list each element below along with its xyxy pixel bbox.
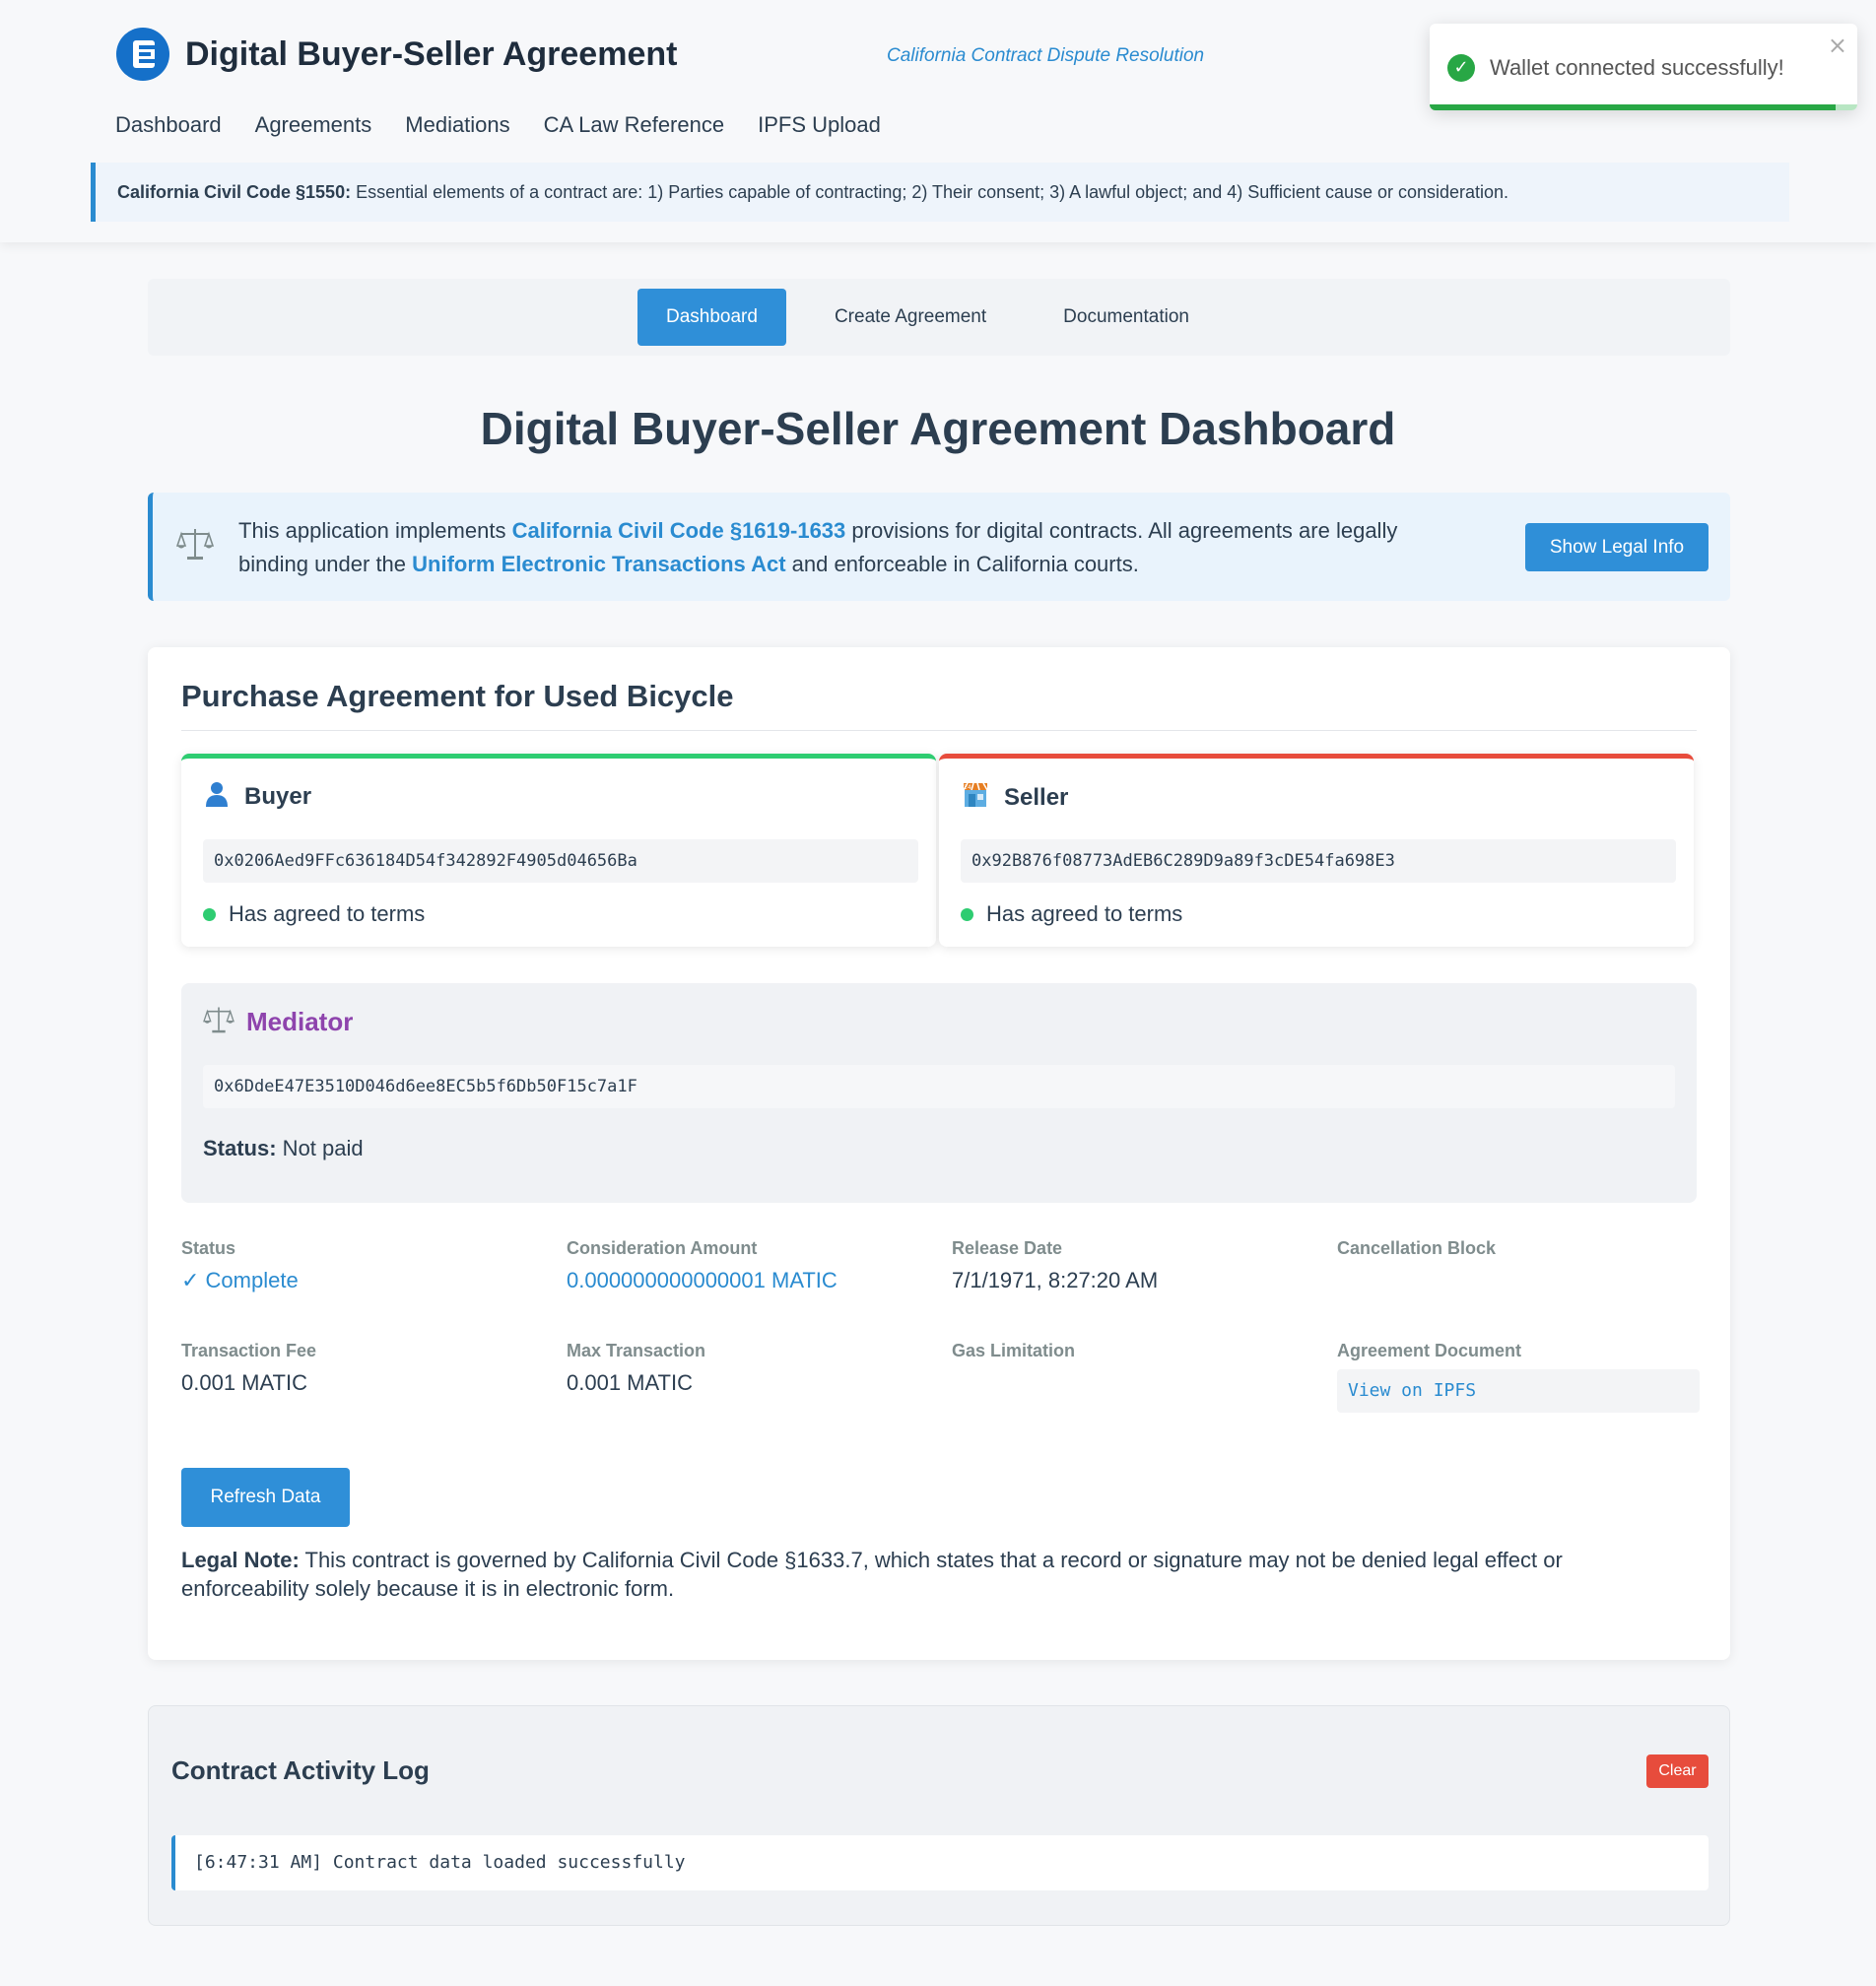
legal-note: Legal Note: This contract is governed by… — [181, 1546, 1580, 1603]
app-logo-icon — [116, 28, 169, 81]
refresh-data-button[interactable]: Refresh Data — [181, 1468, 350, 1527]
view-on-ipfs-link[interactable]: View on IPFS — [1337, 1369, 1700, 1413]
buyer-label: Buyer — [244, 782, 312, 810]
divider — [181, 730, 1697, 731]
toast-message: Wallet connected successfully! — [1490, 55, 1784, 80]
legal-info-text-1: This application implements — [238, 518, 512, 543]
civil-code-label: California Civil Code §1550: — [117, 182, 352, 202]
detail-fee-value: 0.001 MATIC — [181, 1370, 307, 1395]
nav-ca-law-reference[interactable]: CA Law Reference — [544, 112, 724, 138]
detail-release-date: Release Date 7/1/1971, 8:27:20 AM — [952, 1238, 1316, 1293]
legal-info-text: This application implements California C… — [238, 514, 1460, 581]
seller-label: Seller — [1004, 783, 1069, 811]
legal-info-box: This application implements California C… — [148, 493, 1730, 601]
civil-code-text: Essential elements of a contract are: 1)… — [351, 182, 1509, 202]
mediator-card: Mediator 0x6DdeE47E3510D046d6ee8EC5b5f6D… — [181, 983, 1697, 1203]
detail-transaction-fee: Transaction Fee 0.001 MATIC — [181, 1341, 546, 1396]
detail-status-value: ✓ Complete — [181, 1268, 299, 1292]
mediator-status: Status: Not paid — [203, 1136, 364, 1161]
buyer-card: Buyer 0x0206Aed9FFc636184D54f342892F4905… — [181, 754, 936, 947]
detail-max-transaction: Max Transaction 0.001 MATIC — [567, 1341, 931, 1396]
seller-status-text: Has agreed to terms — [986, 901, 1183, 926]
buyer-status-text: Has agreed to terms — [229, 901, 426, 926]
legal-info-text-3: and enforceable in California courts. — [785, 552, 1139, 576]
detail-document-label: Agreement Document — [1337, 1341, 1522, 1360]
activity-log-panel: Contract Activity Log Clear [6:47:31 AM]… — [148, 1705, 1730, 1926]
detail-max-value: 0.001 MATIC — [567, 1370, 693, 1395]
seller-status: Has agreed to terms — [961, 901, 1182, 927]
brand[interactable]: Digital Buyer-Seller Agreement — [116, 28, 677, 81]
mediator-label: Mediator — [246, 1007, 354, 1036]
top-nav: Dashboard Agreements Mediations CA Law R… — [115, 112, 914, 138]
tab-documentation[interactable]: Documentation — [1035, 289, 1218, 346]
person-icon — [203, 780, 231, 813]
legal-note-text: This contract is governed by California … — [181, 1548, 1563, 1601]
civil-code-link[interactable]: California Civil Code §1619-1633 — [512, 518, 846, 543]
legal-note-label: Legal Note: — [181, 1548, 300, 1572]
detail-status-label: Status — [181, 1238, 236, 1258]
detail-gas-label: Gas Limitation — [952, 1341, 1076, 1360]
detail-agreement-document: Agreement Document View on IPFS — [1337, 1341, 1702, 1413]
scale-icon — [203, 1005, 234, 1039]
tab-bar: Dashboard Create Agreement Documentation — [148, 279, 1730, 356]
ueta-link[interactable]: Uniform Electronic Transactions Act — [412, 552, 785, 576]
detail-release-label: Release Date — [952, 1238, 1063, 1258]
agreement-card: Purchase Agreement for Used Bicycle Buye… — [148, 647, 1730, 1660]
nav-agreements[interactable]: Agreements — [255, 112, 372, 138]
nav-ipfs-upload[interactable]: IPFS Upload — [758, 112, 881, 138]
civil-code-banner: California Civil Code §1550: Essential e… — [91, 163, 1789, 222]
activity-log-title: Contract Activity Log — [171, 1755, 430, 1785]
page-title: Digital Buyer-Seller Agreement Dashboard — [480, 403, 1396, 454]
toast-notification: ✓ Wallet connected successfully! × — [1430, 24, 1857, 110]
clear-log-button[interactable]: Clear — [1646, 1754, 1708, 1788]
detail-consideration: Consideration Amount 0.000000000000001 M… — [567, 1238, 931, 1293]
buyer-status: Has agreed to terms — [203, 901, 425, 927]
detail-gas-limitation: Gas Limitation — [952, 1341, 1316, 1370]
detail-cancellation-block: Cancellation Block — [1337, 1238, 1702, 1268]
agreed-status-dot — [203, 907, 216, 921]
mediator-status-label: Status: — [203, 1136, 277, 1160]
detail-fee-label: Transaction Fee — [181, 1341, 317, 1360]
detail-status: Status ✓ Complete — [181, 1238, 546, 1293]
svg-text:24: 24 — [964, 784, 972, 791]
app-title: Digital Buyer-Seller Agreement — [185, 34, 678, 73]
tab-dashboard[interactable]: Dashboard — [637, 289, 786, 346]
mediator-address[interactable]: 0x6DdeE47E3510D046d6ee8EC5b5f6Db50F15c7a… — [203, 1065, 1675, 1108]
seller-address[interactable]: 0x92B876f08773AdEB6C289D9a89f3cDE54fa698… — [961, 839, 1676, 883]
detail-max-label: Max Transaction — [567, 1341, 706, 1360]
nav-mediations[interactable]: Mediations — [405, 112, 509, 138]
detail-consideration-value: 0.000000000000001 MATIC — [567, 1268, 838, 1292]
log-entry: [6:47:31 AM] Contract data loaded succes… — [171, 1835, 1708, 1890]
success-check-icon: ✓ — [1447, 54, 1475, 82]
nav-dashboard[interactable]: Dashboard — [115, 112, 222, 138]
show-legal-info-button[interactable]: Show Legal Info — [1525, 523, 1708, 571]
detail-release-value: 7/1/1971, 8:27:20 AM — [952, 1268, 1159, 1292]
mediator-status-value: Not paid — [276, 1136, 364, 1160]
toast-progress-track — [1430, 104, 1857, 110]
store-icon: 24 — [961, 780, 990, 815]
detail-cancellation-label: Cancellation Block — [1337, 1238, 1497, 1258]
tab-create-agreement[interactable]: Create Agreement — [806, 289, 1015, 346]
seller-card: 24 Seller 0x92B876f08773AdEB6C289D9a89f3… — [939, 754, 1694, 947]
buyer-address[interactable]: 0x0206Aed9FFc636184D54f342892F4905d04656… — [203, 839, 918, 883]
agreement-title: Purchase Agreement for Used Bicycle — [181, 679, 734, 713]
app-subtitle: California Contract Dispute Resolution — [887, 45, 1205, 66]
scale-icon — [175, 526, 215, 566]
toast-progress-fill — [1430, 104, 1837, 110]
detail-consideration-label: Consideration Amount — [567, 1238, 758, 1258]
agreed-status-dot — [961, 907, 973, 921]
close-icon[interactable]: × — [1828, 32, 1847, 59]
